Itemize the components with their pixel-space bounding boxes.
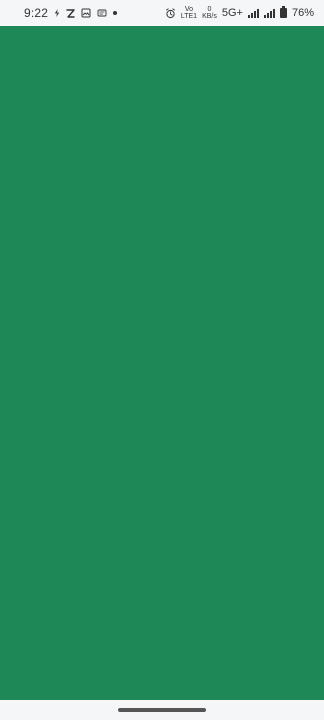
navigation-bar <box>0 700 324 720</box>
status-right: Vo LTE1 0 KB/s 5G+ 76% <box>165 0 314 26</box>
signal-icon <box>247 8 259 18</box>
battery-percent: 76% <box>291 7 314 19</box>
main-content <box>0 26 324 700</box>
battery-icon <box>279 6 287 18</box>
alarm-icon <box>165 7 176 19</box>
notification-dot-icon <box>113 11 118 15</box>
network-type-icon: 5G+ <box>221 7 243 19</box>
volte-label: Vo <box>184 6 194 13</box>
signal-icon-2 <box>263 8 275 18</box>
message-icon <box>97 9 107 17</box>
home-indicator[interactable] <box>118 708 206 712</box>
gallery-icon <box>81 8 91 18</box>
lightning-icon <box>54 9 60 17</box>
data-rate-value: 0 <box>207 6 212 13</box>
volte-icon: Vo LTE1 <box>181 6 197 20</box>
data-rate-icon: 0 KB/s <box>202 6 217 20</box>
data-rate-unit: KB/s <box>202 13 217 20</box>
status-left: 9:22 <box>24 0 118 26</box>
status-time: 9:22 <box>24 6 49 20</box>
z-app-icon <box>66 8 75 18</box>
status-bar: 9:22 Vo LTE1 0 KB/s 5G+ 76% <box>0 0 324 26</box>
lte-label: LTE1 <box>180 13 198 20</box>
